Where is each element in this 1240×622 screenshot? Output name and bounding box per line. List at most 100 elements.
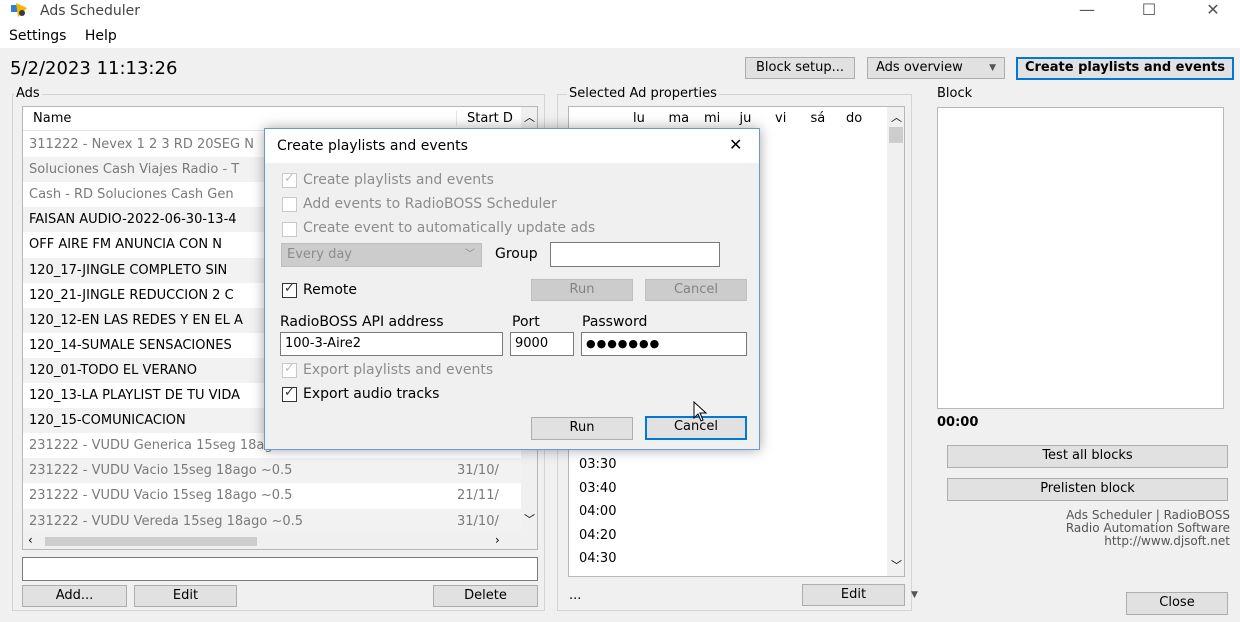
schedule-edit-label: Edit <box>840 587 867 602</box>
group-label: Group <box>495 246 538 262</box>
run-disabled-button[interactable]: Run <box>531 279 633 301</box>
scroll-left-icon[interactable]: ‹ <box>28 533 33 547</box>
time-slot[interactable]: 04:20 <box>569 524 623 547</box>
day-header[interactable]: ma <box>669 111 690 126</box>
add-events-checkbox[interactable] <box>282 197 297 212</box>
day-header[interactable]: sá <box>811 111 826 126</box>
auto-update-label: Create event to automatically update ads <box>303 220 596 236</box>
scroll-down-icon[interactable]: ﹀ <box>524 511 535 527</box>
ad-name: 120_13-LA PLAYLIST DE TU VIDA <box>29 388 241 403</box>
day-header[interactable]: mi <box>704 111 720 126</box>
export-playlists-checkbox[interactable]: ✓ <box>282 361 297 378</box>
prelisten-block-button[interactable]: Prelisten block <box>947 478 1228 501</box>
frequency-chevron-icon: ﹀ <box>465 249 475 260</box>
create-playlists-checkbox[interactable]: ✓ <box>282 171 297 188</box>
group-input[interactable] <box>550 242 720 267</box>
api-address-label: RadioBOSS API address <box>280 314 444 330</box>
day-header[interactable]: ju <box>740 111 752 126</box>
ads-search-input[interactable] <box>22 557 538 581</box>
menu-bar: Settings Help <box>9 28 131 44</box>
ad-name: Soluciones Cash Viajes Radio - T <box>29 162 240 178</box>
ad-name: OFF AIRE FM ANUNCIA CON N <box>29 237 222 253</box>
check-icon: ✓ <box>284 171 295 186</box>
create-playlists-dialog: Create playlists and events ✕ ✓ Create p… <box>264 128 760 450</box>
ads-horizontal-scrollbar[interactable]: ‹ › <box>23 533 537 549</box>
remote-checkbox[interactable]: ✓ <box>282 281 297 298</box>
time-slot[interactable]: 04:30 <box>569 547 623 570</box>
schedule-vertical-scrollbar[interactable]: ︿ ﹀ <box>887 107 904 576</box>
ad-start-date: 31/10/ <box>457 513 499 529</box>
remote-label: Remote <box>303 282 358 298</box>
ads-overview-button[interactable]: Ads overview ▼ <box>867 57 1005 79</box>
day-header[interactable]: do <box>846 111 862 126</box>
schedule-scroll-thumb[interactable] <box>889 127 903 143</box>
add-ad-button[interactable]: Add... <box>22 585 127 607</box>
table-row[interactable]: 231222 - VUDU Vacio 15seg 18ago ~0.5 31/1… <box>23 458 521 484</box>
schedule-scroll-up-icon[interactable]: ︿ <box>891 109 902 125</box>
create-playlists-button[interactable]: Create playlists and events <box>1016 57 1234 80</box>
table-row[interactable]: 231222 - VUDU Vacio 15seg 18ago ~0.5 21/1… <box>23 483 521 508</box>
ad-start-date: 21/11/ <box>457 488 499 504</box>
dialog-close-icon[interactable]: ✕ <box>729 135 742 154</box>
maximize-icon[interactable]: ☐ <box>1126 0 1172 22</box>
ad-name: FAISAN AUDIO-2022-06-30-13-4 <box>29 212 237 228</box>
export-audio-label: Export audio tracks <box>303 386 440 402</box>
menu-help[interactable]: Help <box>85 28 117 44</box>
delete-ad-button[interactable]: Delete <box>433 585 538 607</box>
test-all-blocks-button[interactable]: Test all blocks <box>947 445 1228 468</box>
ads-group-label: Ads <box>14 86 42 101</box>
window-title: Ads Scheduler <box>40 3 141 19</box>
ad-name: 231222 - VUDU Vereda 15seg 18ago ~0.5 <box>29 513 304 529</box>
minimize-icon[interactable]: — <box>1064 0 1110 22</box>
export-audio-check-icon: ✓ <box>284 385 295 400</box>
export-audio-checkbox[interactable]: ✓ <box>282 385 297 402</box>
port-input[interactable]: 9000 <box>510 332 574 356</box>
password-input[interactable]: ●●●●●●● <box>581 332 747 356</box>
ad-name: 120_21-JINGLE REDUCCION 2 C <box>29 287 234 303</box>
ad-name: 231222 - VUDU Vacio 15seg 18ago ~0.5 <box>29 463 293 479</box>
auto-update-checkbox[interactable] <box>282 222 297 237</box>
frequency-select[interactable]: Every day ﹀ <box>281 243 482 267</box>
scroll-thumb[interactable] <box>45 537 257 546</box>
selected-ad-footer: ... <box>569 588 582 603</box>
block-preview <box>937 107 1224 409</box>
api-address-input[interactable]: 100-3-Aire2 <box>280 332 503 356</box>
day-header[interactable]: vi <box>775 111 786 126</box>
ad-name: Cash - RD Soluciones Cash Gen <box>29 187 234 203</box>
menu-settings[interactable]: Settings <box>9 28 66 44</box>
mouse-pointer-icon <box>693 400 709 427</box>
ad-name: 120_14-SUMALE SENSACIONES <box>29 337 232 353</box>
time-slot[interactable]: 03:40 <box>569 477 623 500</box>
dialog-title-bar: Create playlists and events ✕ <box>265 129 759 163</box>
schedule-scroll-down-icon[interactable]: ﹀ <box>891 557 902 573</box>
ad-start-date: 31/10/ <box>457 463 499 479</box>
title-bar: Ads Scheduler — ☐ ✕ <box>0 0 1240 24</box>
ad-name: 120_15-COMUNICACION <box>29 413 186 429</box>
about-line-3: http://www.djsoft.net <box>1104 534 1230 548</box>
block-setup-button[interactable]: Block setup... <box>745 57 855 79</box>
column-start-date[interactable]: Start D <box>456 111 513 126</box>
table-row[interactable]: 231222 - VUDU Vereda 15seg 18ago ~0.5 31/… <box>23 508 521 534</box>
schedule-edit-arrow-icon: ▼ <box>911 590 918 600</box>
close-icon[interactable]: ✕ <box>1190 0 1236 22</box>
cancel-disabled-button[interactable]: Cancel <box>645 279 747 301</box>
block-time: 00:00 <box>937 415 979 430</box>
port-label: Port <box>512 314 540 330</box>
ads-overview-label: Ads overview <box>876 60 963 75</box>
dropdown-arrow-icon: ▼ <box>989 63 996 73</box>
close-button[interactable]: Close <box>1126 592 1228 615</box>
block-group-label: Block <box>937 86 973 101</box>
time-slot[interactable]: 03:30 <box>569 453 623 476</box>
schedule-edit-button[interactable]: Edit ▼ <box>802 584 918 606</box>
edit-ad-button[interactable]: Edit <box>134 585 237 607</box>
run-button[interactable]: Run <box>531 417 633 440</box>
scroll-up-icon[interactable]: ︿ <box>524 109 535 125</box>
column-name[interactable]: Name <box>33 111 71 126</box>
time-slot[interactable]: 04:00 <box>569 500 623 523</box>
frequency-value: Every day <box>287 247 352 262</box>
scroll-right-icon[interactable]: › <box>495 533 500 547</box>
ad-name: 311222 - Nevex 1 2 3 RD 20SEG N <box>29 137 254 152</box>
selected-ad-group-label: Selected Ad properties <box>567 86 719 101</box>
day-header[interactable]: lu <box>633 111 645 126</box>
dialog-title: Create playlists and events <box>277 138 468 154</box>
